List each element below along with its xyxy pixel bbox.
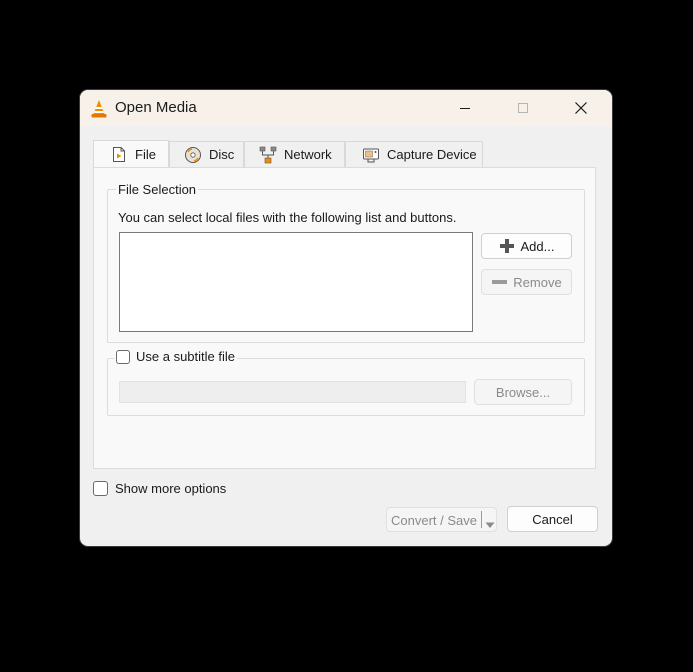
capture-device-icon: [362, 146, 380, 164]
convert-save-button[interactable]: Convert / Save: [386, 507, 497, 532]
subtitle-legend: Use a subtitle file: [114, 349, 237, 364]
file-list[interactable]: [119, 232, 473, 332]
title-bar[interactable]: Open Media: [80, 90, 612, 126]
maximize-button[interactable]: [494, 90, 552, 126]
remove-button[interactable]: Remove: [481, 269, 572, 295]
tab-file[interactable]: File: [93, 140, 169, 168]
show-more-options[interactable]: Show more options: [93, 481, 226, 496]
convert-save-label: Convert / Save: [391, 513, 477, 528]
cancel-button-label: Cancel: [532, 511, 573, 527]
file-media-icon: [110, 146, 128, 164]
minimize-icon: [460, 108, 470, 109]
tab-network-label: Network: [284, 147, 332, 162]
browse-button[interactable]: Browse...: [474, 379, 572, 405]
window-title: Open Media: [115, 99, 197, 116]
tab-network[interactable]: Network: [244, 141, 345, 167]
maximize-icon: [518, 103, 528, 113]
tab-disc[interactable]: Disc: [169, 141, 244, 167]
close-button[interactable]: [552, 90, 610, 126]
cancel-button[interactable]: Cancel: [507, 506, 598, 532]
minus-icon: [491, 274, 508, 290]
browse-button-label: Browse...: [495, 384, 551, 400]
file-selection-group: File Selection You can select local file…: [107, 182, 585, 343]
disc-icon: [184, 146, 202, 164]
subtitle-checkbox[interactable]: [116, 349, 130, 364]
minimize-button[interactable]: [436, 90, 494, 126]
network-icon: [259, 146, 277, 164]
plus-icon: [499, 238, 515, 254]
add-button-label: Add...: [520, 238, 555, 254]
open-media-dialog: Open Media File Disc Network Capture Dev…: [80, 90, 612, 546]
add-button[interactable]: Add...: [481, 233, 572, 259]
vlc-cone-icon: [90, 99, 108, 119]
file-selection-legend: File Selection: [116, 182, 199, 197]
show-more-options-checkbox[interactable]: [93, 481, 108, 496]
show-more-options-label[interactable]: Show more options: [115, 481, 226, 496]
tab-file-label: File: [135, 147, 156, 162]
tab-disc-label: Disc: [209, 147, 235, 162]
dropdown-arrow-icon[interactable]: [485, 517, 495, 532]
file-tab-panel: File Selection You can select local file…: [93, 167, 596, 469]
remove-button-label: Remove: [513, 274, 562, 290]
subtitle-file-input[interactable]: [119, 381, 466, 403]
file-selection-hint: You can select local files with the foll…: [118, 210, 457, 225]
subtitle-checkbox-label[interactable]: Use a subtitle file: [136, 349, 235, 364]
tab-capture-device[interactable]: Capture Device: [345, 141, 483, 167]
close-icon: [575, 102, 587, 114]
tab-capture-device-label: Capture Device: [387, 147, 477, 162]
subtitle-group: Use a subtitle file Browse...: [107, 349, 585, 416]
convert-save-divider: [481, 511, 482, 528]
